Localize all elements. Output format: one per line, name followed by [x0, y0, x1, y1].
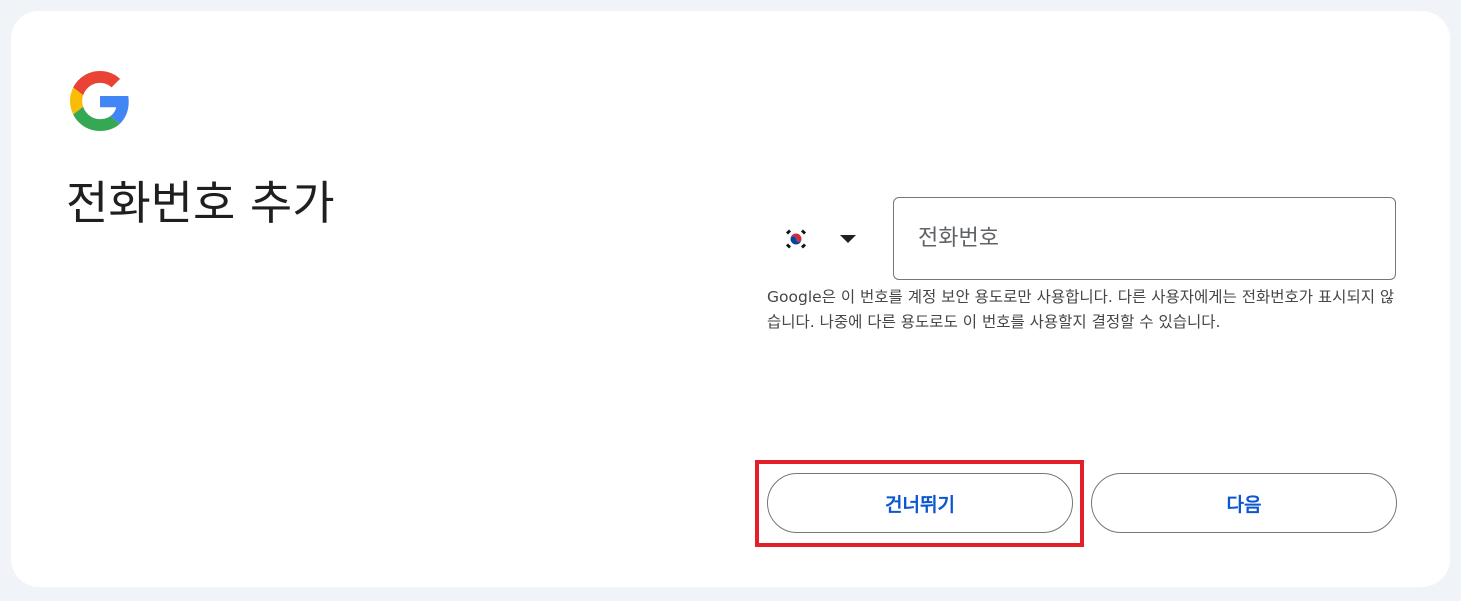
caret-down-icon — [840, 235, 856, 243]
phone-number-input[interactable] — [893, 197, 1396, 280]
signin-card: 전화번호 추가 Google은 이 번호를 계정 보안 용도로만 사용합니다. … — [11, 11, 1450, 587]
country-selector[interactable] — [782, 217, 882, 261]
next-button[interactable]: 다음 — [1091, 473, 1397, 533]
google-logo-icon — [70, 71, 129, 131]
helper-text: Google은 이 번호를 계정 보안 용도로만 사용합니다. 다른 사용자에게… — [767, 288, 1395, 331]
skip-button[interactable]: 건너뛰기 — [767, 473, 1073, 533]
south-korea-flag-icon — [783, 226, 809, 252]
page-title: 전화번호 추가 — [66, 176, 335, 230]
